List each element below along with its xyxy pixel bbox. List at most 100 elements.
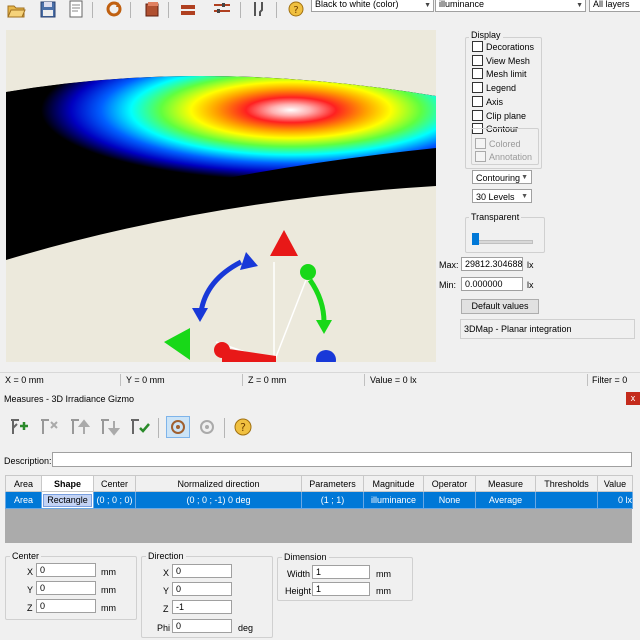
surface-button[interactable]	[178, 0, 198, 18]
help-icon: ?	[288, 1, 304, 17]
checkbox-box[interactable]	[472, 82, 483, 94]
map-info-box: 3DMap - Planar integration	[460, 319, 635, 339]
transparency-slider-track[interactable]	[473, 240, 533, 244]
transparency-slider-thumb[interactable]	[472, 233, 479, 245]
column-header-shape[interactable]: Shape	[41, 475, 94, 492]
table-row[interactable]: Area Rectangle (0 ; 0 ; 0) (0 ; 0 ; -1) 0 d…	[5, 491, 633, 509]
refresh-button[interactable]	[104, 0, 124, 18]
table-cell[interactable]: illuminance	[363, 491, 424, 509]
checkbox-label: Clip plane	[486, 110, 527, 121]
column-header-parameters[interactable]: Parameters	[301, 475, 364, 492]
description-field[interactable]	[52, 452, 632, 467]
folder-open-icon	[7, 5, 26, 18]
chevron-down-icon: ▼	[521, 193, 528, 200]
table-cell[interactable]	[535, 491, 598, 509]
column-header-measure[interactable]: Measure	[475, 475, 536, 492]
center-z-field[interactable]: 0	[36, 599, 96, 613]
center-x-field[interactable]: 0	[36, 563, 96, 577]
object-button[interactable]	[142, 0, 162, 18]
quantity-select[interactable]: illuminance ▼	[435, 0, 586, 12]
checkbox-decorations[interactable]: Decorations	[472, 41, 534, 53]
center-z-label: Z	[27, 603, 33, 613]
checkbox-label: Legend	[486, 83, 517, 94]
colormap-select[interactable]: Black to white (color) ▼	[311, 0, 434, 12]
move-up-button[interactable]	[68, 416, 91, 434]
levels-select[interactable]: 30 Levels ▼	[472, 189, 532, 203]
column-header-area[interactable]: Area	[5, 475, 42, 492]
close-icon[interactable]: x	[626, 392, 640, 405]
table-cell[interactable]: (0 ; 0 ; 0)	[93, 491, 136, 509]
validate-measure-button[interactable]	[128, 416, 150, 434]
checkbox-mesh-limit[interactable]: Mesh limit	[472, 68, 527, 80]
dimension-height-unit: mm	[376, 586, 391, 596]
column-header-magnitude[interactable]: Magnitude	[363, 475, 424, 492]
add-measure-button[interactable]	[8, 416, 28, 434]
gizmo-mode-button[interactable]	[166, 416, 190, 438]
status-y: Y = 0 mm	[126, 375, 165, 385]
checkbox-box[interactable]	[472, 109, 483, 121]
move-down-button[interactable]	[98, 416, 121, 436]
wrench-icon	[254, 2, 263, 16]
dimension-width-label: Width	[287, 569, 311, 579]
delete-measure-icon	[41, 419, 58, 434]
dimension-height-field[interactable]: 1	[312, 582, 370, 596]
direction-y-label: Y	[163, 586, 170, 596]
direction-phi-field[interactable]: 0	[172, 619, 232, 633]
center-x-label: X	[27, 567, 34, 577]
help-button[interactable]: ?	[286, 0, 306, 18]
direction-x-field[interactable]: 0	[172, 564, 232, 578]
table-cell[interactable]: 0 lx	[597, 491, 633, 509]
checkbox-legend[interactable]: Legend	[472, 82, 516, 94]
direction-z-field[interactable]: -1	[172, 600, 232, 614]
cube-icon	[145, 2, 159, 17]
map-info-text: 3DMap - Planar integration	[464, 324, 572, 334]
checkbox-label: Decorations	[486, 42, 535, 52]
min-value-field[interactable]: 0.000000	[461, 277, 523, 291]
max-unit: lx	[527, 260, 534, 270]
checkbox-box[interactable]	[472, 41, 483, 52]
layers-icon	[181, 5, 195, 15]
gizmo-alt-button[interactable]	[196, 416, 216, 434]
measures-help-button[interactable]: ?	[232, 416, 252, 436]
direction-z-label: Z	[163, 604, 169, 614]
report-button[interactable]	[66, 0, 86, 18]
delete-measure-button[interactable]	[38, 416, 58, 434]
transparent-group-title: Transparent	[469, 212, 522, 222]
layers-select[interactable]: All layers	[589, 0, 640, 12]
settings-sliders-button[interactable]	[212, 0, 232, 18]
3d-viewport[interactable]	[6, 30, 436, 362]
table-cell[interactable]: None	[423, 491, 476, 509]
default-values-button[interactable]: Default values	[461, 299, 539, 314]
table-cell[interactable]: (1 ; 1)	[301, 491, 364, 509]
direction-y-field[interactable]: 0	[172, 582, 232, 596]
column-header-operator[interactable]: Operator	[423, 475, 476, 492]
checkbox-view-mesh[interactable]: View Mesh	[472, 54, 530, 67]
table-cell[interactable]: Area	[5, 491, 42, 509]
checkbox-box[interactable]	[472, 68, 483, 80]
column-header-normalized-direction[interactable]: Normalized direction	[135, 475, 302, 492]
column-header-center[interactable]: Center	[93, 475, 136, 492]
chevron-down-icon: ▼	[521, 174, 528, 181]
direction-x-label: X	[163, 568, 170, 578]
column-header-thresholds[interactable]: Thresholds	[535, 475, 598, 492]
measures-toolbar: ?	[0, 410, 640, 440]
checkbox-box[interactable]	[472, 95, 483, 107]
irradiance-gizmo[interactable]	[164, 230, 336, 362]
checkbox-box[interactable]	[472, 54, 483, 66]
checkbox-clip-plane[interactable]: Clip plane	[472, 109, 527, 122]
shape-cell-editor[interactable]: Rectangle	[43, 493, 92, 507]
center-y-field[interactable]: 0	[36, 581, 96, 595]
table-cell[interactable]: Average	[475, 491, 536, 509]
checkbox-label: Mesh limit	[486, 69, 527, 80]
max-value-field[interactable]: 29812.304688	[461, 257, 523, 271]
help-icon: ?	[234, 418, 252, 436]
open-folder-button[interactable]	[6, 0, 26, 18]
table-cell[interactable]: (0 ; 0 ; -1) 0 deg	[135, 491, 302, 509]
dimension-width-field[interactable]: 1	[312, 565, 370, 579]
contouring-select[interactable]: Contouring ▼	[472, 170, 532, 184]
column-header-value[interactable]: Value	[597, 475, 633, 492]
table-cell[interactable]: Rectangle	[41, 491, 94, 509]
save-button[interactable]	[38, 0, 58, 18]
checkbox-axis[interactable]: Axis	[472, 95, 503, 108]
tools-button[interactable]	[250, 0, 270, 18]
